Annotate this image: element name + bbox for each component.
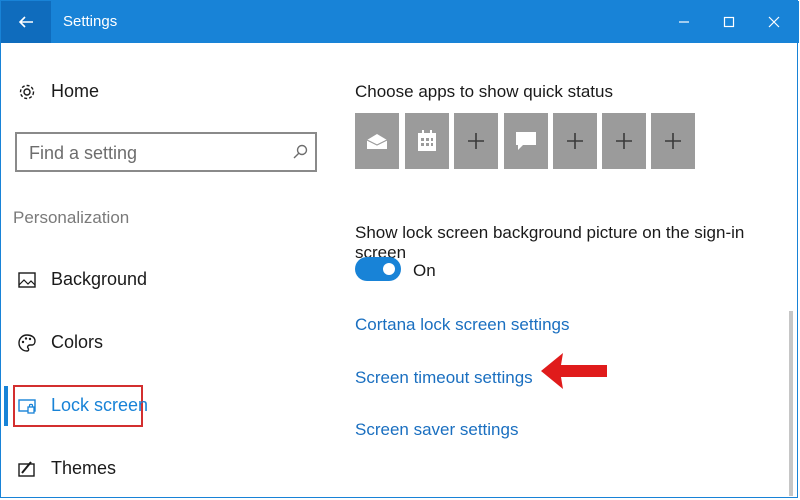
maximize-button[interactable] (706, 1, 752, 43)
close-icon (768, 16, 780, 28)
sidebar-item-lock-screen[interactable]: Lock screen (17, 395, 148, 416)
quick-status-tile-mail[interactable] (355, 113, 399, 169)
quick-status-tile-calendar[interactable] (405, 113, 449, 169)
search-input[interactable] (27, 142, 281, 165)
palette-icon (17, 333, 37, 353)
search-icon[interactable] (291, 143, 309, 161)
settings-window: Settings Home Find a setting Personaliza… (0, 0, 799, 499)
lock-screen-icon (17, 396, 37, 416)
arrow-left-icon (18, 16, 33, 28)
plus-icon (665, 133, 681, 149)
calendar-icon (418, 130, 436, 151)
signin-background-toggle[interactable] (355, 257, 401, 281)
toggle-state-label: On (413, 261, 436, 280)
search-box[interactable] (15, 132, 317, 172)
plus-icon (468, 133, 484, 149)
screen-saver-settings-link[interactable]: Screen saver settings (355, 420, 518, 440)
plus-icon (567, 133, 583, 149)
quick-status-tile-add[interactable] (602, 113, 646, 169)
quick-status-heading: Choose apps to show quick status (355, 82, 613, 101)
chat-bubble-icon (516, 132, 536, 150)
quick-status-tile-add[interactable] (454, 113, 498, 169)
sidebar-item-label: Background (51, 269, 148, 289)
cortana-lock-screen-settings-link[interactable]: Cortana lock screen settings (355, 315, 570, 335)
sidebar-item-label: Colors (51, 332, 104, 352)
maximize-icon (723, 16, 735, 28)
sidebar-item-colors[interactable]: Colors (17, 332, 103, 353)
red-arrow-icon (541, 353, 607, 389)
selected-indicator (4, 386, 8, 426)
image-icon (17, 270, 37, 290)
minimize-button[interactable] (661, 1, 707, 43)
sidebar-item-label: Lock screen (51, 395, 149, 415)
minimize-icon (679, 21, 689, 23)
quick-status-tile-add[interactable] (553, 113, 597, 169)
sidebar-item-label: Home (51, 81, 100, 101)
toggle-knob (383, 263, 395, 275)
signin-background-heading: Show lock screen background picture on t… (355, 223, 745, 262)
title-bar: Settings (1, 1, 799, 43)
sidebar-item-home[interactable]: Home (17, 81, 99, 102)
themes-icon (17, 459, 37, 479)
sidebar-item-label: Themes (51, 458, 117, 478)
window-title: Settings (63, 13, 118, 30)
quick-status-tile-message[interactable] (504, 113, 548, 169)
sidebar: Home Personalization Background (1, 43, 331, 499)
sidebar-item-themes[interactable]: Themes (17, 458, 116, 479)
back-button[interactable] (1, 1, 51, 43)
plus-icon (616, 133, 632, 149)
mail-icon (366, 134, 388, 149)
scrollbar[interactable] (789, 311, 793, 496)
close-button[interactable] (751, 1, 797, 43)
quick-status-tile-add[interactable] (651, 113, 695, 169)
section-label-personalization: Personalization (13, 208, 130, 227)
gear-icon (17, 82, 37, 102)
main-content: Choose apps to show quick status Show lo… (331, 43, 799, 499)
screen-timeout-settings-link[interactable]: Screen timeout settings (355, 368, 533, 388)
sidebar-item-background[interactable]: Background (17, 269, 147, 290)
